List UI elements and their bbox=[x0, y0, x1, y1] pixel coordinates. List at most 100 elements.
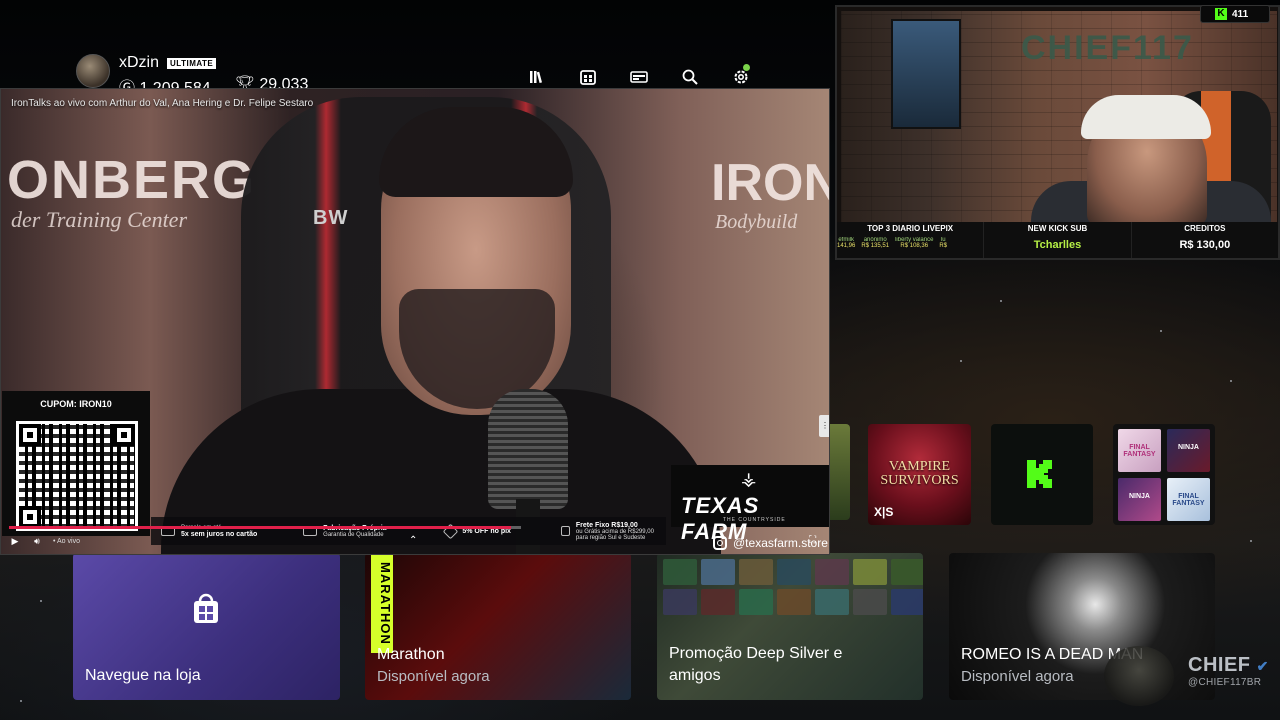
cover-ninja: NINJA bbox=[1167, 429, 1210, 472]
top-donors-section: TOP 3 DIARIO LIVEPIX efmilk 141,96 anônim… bbox=[837, 222, 985, 258]
chair-logo: BW bbox=[313, 207, 349, 229]
donor-amount: R$ 108,36 bbox=[900, 243, 929, 249]
webcam-frame: CHIEF117 bbox=[841, 11, 1277, 231]
volume-icon[interactable]: 🔊︎ bbox=[31, 535, 43, 547]
game-cover bbox=[853, 589, 887, 615]
play-icon[interactable]: ▶ bbox=[9, 535, 21, 547]
coupon-panel: CUPOM: IRON10 bbox=[2, 391, 150, 536]
cover-label: FINAL FANTASY bbox=[1123, 444, 1156, 458]
top-donors-label: TOP 3 DIARIO LIVEPIX bbox=[867, 224, 954, 233]
game-cover bbox=[815, 589, 849, 615]
new-sub-name: Tcharlles bbox=[1033, 239, 1082, 251]
donor-entry: lu R$ bbox=[939, 237, 947, 249]
game-cover bbox=[891, 559, 923, 585]
cover-label: FINAL FANTASY bbox=[1172, 493, 1205, 507]
star bbox=[40, 600, 42, 602]
live-indicator: • Ao vivo bbox=[53, 537, 80, 545]
donor-entry: efmilk 141,96 bbox=[837, 237, 855, 249]
game-cover bbox=[815, 559, 849, 585]
game-cover bbox=[777, 559, 811, 585]
notification-dot bbox=[743, 64, 750, 71]
game-cover bbox=[663, 559, 697, 585]
watermark-name-text: CHIEF bbox=[1188, 654, 1251, 676]
game-cover bbox=[739, 589, 773, 615]
credits-value: R$ 130,00 bbox=[1179, 239, 1231, 251]
video-player[interactable]: ONBERG der Training Center IRON Bodybuil… bbox=[0, 88, 830, 555]
vampire-survivors-title: VAMPIRE SURVIVORS bbox=[880, 459, 959, 488]
fullscreen-icon[interactable]: ⛶ bbox=[809, 535, 823, 549]
search-icon[interactable] bbox=[677, 66, 703, 88]
video-progress-bar[interactable] bbox=[9, 526, 521, 529]
coupon-label: CUPOM: IRON10 bbox=[40, 399, 112, 409]
player-handle-icon[interactable]: ⋮ bbox=[819, 415, 829, 437]
sponsor-logo: ⚶ TEXAS FARM THE COUNTRYSIDE bbox=[671, 465, 829, 544]
sponsor-subtitle: THE COUNTRYSIDE bbox=[723, 517, 786, 523]
game-cover bbox=[701, 559, 735, 585]
qr-code-icon bbox=[16, 421, 138, 531]
donor-entry: liberty valance R$ 108,36 bbox=[895, 237, 933, 249]
watermark-name: CHIEF ✔︎ bbox=[1188, 654, 1269, 677]
background-sign-left: ONBERG bbox=[7, 150, 257, 210]
game-cover bbox=[701, 589, 735, 615]
instagram-icon bbox=[713, 536, 727, 550]
store-tile[interactable]: Navegue na loja bbox=[73, 553, 340, 700]
marathon-logo: MARATHON bbox=[371, 553, 393, 653]
verified-icon: ✔︎ bbox=[1256, 658, 1269, 674]
truck-icon bbox=[560, 526, 570, 536]
xbox-series-badge: X|S bbox=[874, 505, 894, 519]
gamertag: xDzin bbox=[119, 54, 160, 71]
streamer-cap bbox=[1081, 95, 1211, 139]
microphone bbox=[488, 389, 568, 509]
background-sign-right: IRON bbox=[711, 154, 830, 212]
background-sign-left-sub: der Training Center bbox=[11, 207, 188, 232]
star bbox=[1230, 380, 1232, 382]
cover-label: NINJA bbox=[1177, 444, 1199, 451]
avatar[interactable] bbox=[76, 54, 110, 88]
viewer-count-badge: K 411 bbox=[1200, 5, 1270, 23]
video-title: IronTalks ao vivo com Arthur do Val, Ana… bbox=[11, 98, 314, 109]
cover-ninja: NINJA bbox=[1118, 478, 1161, 521]
game-cover bbox=[853, 559, 887, 585]
donor-entry: anônimo R$ 135,51 bbox=[861, 237, 889, 249]
library-icon[interactable] bbox=[524, 66, 550, 88]
marathon-title: Marathon bbox=[377, 646, 445, 663]
credits-section: CREDITOS R$ 130,00 bbox=[1132, 222, 1278, 258]
chevron-up-icon[interactable]: ⌃ bbox=[409, 535, 417, 546]
qr-eye bbox=[19, 506, 41, 528]
new-sub-label: NEW KICK SUB bbox=[1027, 224, 1088, 233]
game-tile-vampire-survivors[interactable]: VAMPIRE SURVIVORS X|S bbox=[868, 424, 971, 525]
promo-line: Frete Fixo R$19,00 bbox=[575, 521, 638, 529]
donor-amount: 141,96 bbox=[837, 243, 856, 249]
game-cover bbox=[739, 559, 773, 585]
video-progress-fill bbox=[9, 526, 511, 529]
promo-line: ou Grátis acima de R$299,00 para região … bbox=[575, 528, 654, 541]
new-sub-section: NEW KICK SUB Tcharlles bbox=[984, 222, 1132, 258]
credits-label: CREDITOS bbox=[1184, 224, 1226, 233]
game-tile-romeo[interactable]: ROMEO IS A DEAD MAN Disponível agora bbox=[949, 553, 1215, 700]
donor-amount: R$ bbox=[939, 243, 948, 249]
game-pass-icon[interactable] bbox=[626, 66, 652, 88]
promo-item: Frete Fixo R$19,00 ou Grátis acima de R$2… bbox=[560, 521, 666, 541]
game-cover bbox=[663, 589, 697, 615]
streamer-watermark-avatar bbox=[1104, 646, 1174, 706]
game-tile-marathon[interactable]: MARATHON Marathon Disponível agora bbox=[365, 553, 631, 700]
gamertag-row: xDzin ULTIMATE bbox=[119, 54, 332, 72]
store-bag-icon bbox=[194, 593, 218, 623]
stream-info-bar: TOP 3 DIARIO LIVEPIX efmilk 141,96 anônim… bbox=[837, 222, 1278, 258]
store-icon[interactable] bbox=[575, 66, 601, 88]
promo-tile-deep-silver[interactable]: Promoção Deep Silver e amigos bbox=[657, 553, 923, 700]
cover-final-fantasy: FINAL FANTASY bbox=[1167, 478, 1210, 521]
watermark-handle: @CHIEF117BR bbox=[1188, 677, 1262, 688]
viewer-count: 411 bbox=[1232, 8, 1249, 20]
game-tile-collection[interactable]: FINAL FANTASY NINJA NINJA FINAL FANTASY bbox=[1113, 424, 1215, 525]
star bbox=[1160, 330, 1162, 332]
app-tile-kick[interactable] bbox=[991, 424, 1093, 525]
top-navigation bbox=[524, 66, 779, 88]
qr-eye bbox=[19, 424, 41, 446]
cover-label: NINJA bbox=[1128, 493, 1150, 500]
romeo-subtitle: Disponível agora bbox=[961, 668, 1074, 685]
kick-icon: K bbox=[1215, 8, 1227, 20]
settings-icon[interactable] bbox=[728, 66, 754, 88]
sponsor-mark-icon: ⚶ bbox=[741, 469, 757, 489]
star bbox=[1000, 300, 1002, 302]
